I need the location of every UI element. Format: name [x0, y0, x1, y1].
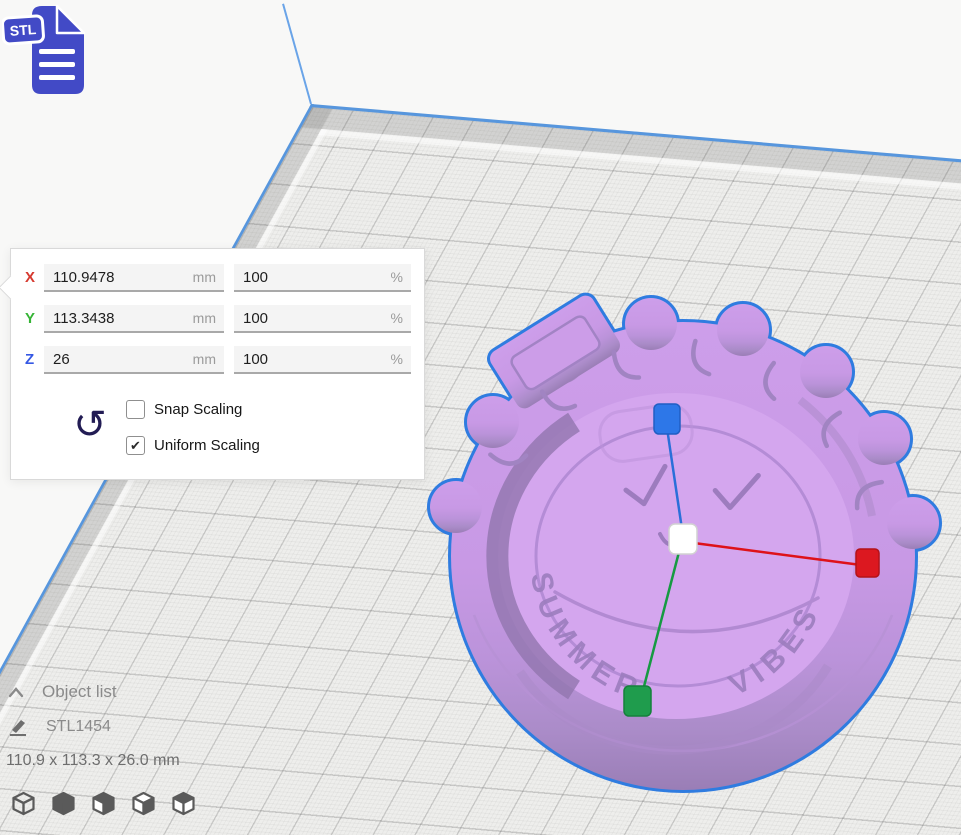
snap-scaling-checkbox[interactable]: [126, 400, 145, 419]
snap-scaling-option[interactable]: Snap Scaling: [126, 399, 242, 419]
object-list-title: Object list: [42, 682, 117, 702]
scale-y-mm-input[interactable]: [44, 305, 224, 331]
scale-handle-z[interactable]: [654, 404, 680, 434]
reset-icon: ↺: [73, 402, 107, 448]
axis-label-z: Z: [25, 351, 45, 368]
scale-row-x: X mm %: [11, 264, 424, 294]
object-list-header[interactable]: Object list: [0, 682, 117, 702]
chevron-up-icon[interactable]: [8, 687, 24, 698]
mesh-type-top-filled-cube-icon[interactable]: [170, 790, 197, 817]
scale-y-percent-input[interactable]: [234, 305, 411, 331]
stl-badge-label: STL: [9, 21, 37, 39]
pencil-icon: [8, 718, 28, 736]
scale-z-percent-input[interactable]: [234, 346, 411, 372]
axis-label-x: X: [25, 269, 45, 286]
mesh-type-toolbar: [10, 790, 197, 817]
stl-file-icon[interactable]: STL: [2, 2, 94, 102]
scale-x-mm-input[interactable]: [44, 264, 224, 290]
scale-z-mm-input[interactable]: [44, 346, 224, 372]
snap-scaling-label: Snap Scaling: [154, 401, 242, 418]
uniform-scaling-checkbox[interactable]: ✔: [126, 436, 145, 455]
mesh-type-solid-cube-icon[interactable]: [50, 790, 77, 817]
scale-row-y: Y mm %: [11, 305, 424, 335]
object-list-item[interactable]: STL1454: [0, 718, 111, 736]
uniform-scaling-label: Uniform Scaling: [154, 437, 260, 454]
mesh-type-right-filled-cube-icon[interactable]: [130, 790, 157, 817]
mesh-type-top-right-filled-cube-icon[interactable]: [90, 790, 117, 817]
scale-x-percent-input[interactable]: [234, 264, 411, 290]
axis-label-y: Y: [25, 310, 45, 327]
mesh-type-wireframe-cube-icon[interactable]: [10, 790, 37, 817]
reset-scale-button[interactable]: ↺: [67, 399, 113, 451]
application-window: SUMMER VIBES STL X: [0, 0, 961, 835]
scale-row-z: Z mm %: [11, 346, 424, 376]
object-dimensions: 110.9 x 113.3 x 26.0 mm: [6, 752, 180, 770]
object-item-name: STL1454: [46, 718, 111, 736]
scale-tool-panel: X mm % Y mm % Z mm: [10, 248, 425, 480]
scale-handle-center[interactable]: [669, 524, 697, 554]
scale-handle-x[interactable]: [856, 549, 879, 577]
uniform-scaling-option[interactable]: ✔ Uniform Scaling: [126, 435, 260, 455]
scale-handle-y[interactable]: [624, 686, 651, 716]
object-dimensions-row: 110.9 x 113.3 x 26.0 mm: [0, 752, 180, 770]
